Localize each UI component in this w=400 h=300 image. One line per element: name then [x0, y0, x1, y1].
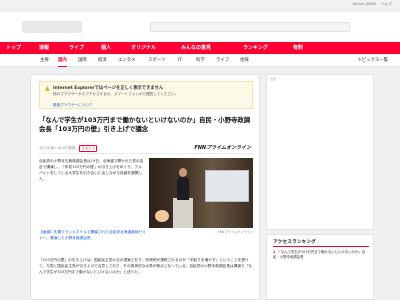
nav-tab-ranking[interactable]: ランキング	[240, 42, 271, 54]
top-link-help[interactable]: ヘルプ	[381, 2, 392, 6]
browser-warning: ▲ Internet Explorerではページを正しく表示できません 他のブラ…	[39, 81, 253, 109]
photo-speaker	[177, 176, 189, 200]
category-life[interactable]: ライフ	[216, 54, 229, 67]
warning-title: Internet Explorerではページを正しく表示できません	[53, 86, 164, 91]
ranking-underline	[273, 246, 369, 247]
category-nav: 主要 国内 国際 経済 エンタメ スポーツ IT 科学 ライフ 地域 トピックス…	[0, 54, 400, 67]
warning-text: 他のブラウザーからアクセスするか、スマートフォンから閲覧してください。	[53, 92, 179, 96]
masthead	[0, 12, 400, 42]
nav-tab-top[interactable]: トップ	[3, 42, 24, 54]
category-domestic[interactable]: 国内	[58, 54, 67, 67]
category-sports[interactable]: スポーツ	[148, 54, 165, 67]
nav-tab-opinions[interactable]: みんなの意見	[178, 42, 214, 54]
ranking-item-text: 「なんで学生が103万円まで働かないといけないのか」自民・小野寺政調会長	[273, 250, 366, 260]
site-logo[interactable]	[22, 21, 82, 33]
ranking-number: 1	[273, 250, 276, 254]
ranking-item[interactable]: 1 「なんで学生が103万円まで働かないといけないのか」自民・小野寺政調会長	[273, 250, 369, 260]
category-international[interactable]: 国際	[78, 54, 87, 67]
main-nav: トップ 速報 ライブ 個人 オリジナル みんなの意見 ランキング 有料	[0, 42, 400, 54]
category-main[interactable]: 主要	[40, 54, 49, 67]
ad-slot[interactable]: 広告	[266, 74, 374, 230]
category-region[interactable]: 地域	[240, 54, 249, 67]
comments-button[interactable]: コメント	[79, 145, 98, 152]
top-bar: Yahoo! JAPAN ヘルプ	[0, 0, 400, 12]
category-science[interactable]: 科学	[196, 54, 205, 67]
article-body-paragraph-2: 「103万円の壁」の引き上げは、国民民主党の元の提案どおり、所得税が課税されるの…	[39, 258, 253, 275]
photo-podium	[173, 198, 193, 228]
article-card: ▲ Internet Explorerではページを正しく表示できません 他のブラ…	[30, 74, 260, 300]
access-ranking: アクセスランキング 1 「なんで学生が103万円まで働かないといけないのか」自民…	[266, 234, 374, 300]
article-timestamp: 12/19(木) 19:47 配信	[39, 146, 76, 150]
search-input[interactable]	[150, 22, 350, 32]
divider	[39, 153, 253, 154]
article-body-paragraph: 自民党の小野寺五典政調会長は19日、北海道で開かれた党の会合で講演し、「年収10…	[39, 159, 144, 182]
category-entertainment[interactable]: エンタメ	[118, 54, 135, 67]
article-photo[interactable]	[149, 158, 253, 228]
article-headline: 「なんで学生が103万円まで働かないといけないのか」自民・小野寺政調会長「103…	[39, 116, 251, 133]
nav-tab-breaking[interactable]: 速報	[36, 42, 52, 54]
photo-screen	[205, 170, 249, 202]
top-link-yahoo[interactable]: Yahoo! JAPAN	[352, 2, 376, 6]
photo-caption: FNNプライムオンライン	[217, 230, 253, 234]
recommended-browser-link[interactable]: 推奨ブラウザーについて	[53, 103, 92, 108]
category-economy[interactable]: 経済	[98, 54, 107, 67]
top-links: Yahoo! JAPAN ヘルプ	[348, 2, 392, 7]
nav-tab-live[interactable]: ライブ	[66, 42, 87, 54]
sidebar: 広告 アクセスランキング 1 「なんで学生が103万円まで働かないといけないのか…	[266, 74, 376, 300]
nav-tab-individual[interactable]: 個人	[98, 42, 114, 54]
ranking-title: アクセスランキング	[273, 240, 316, 245]
topics-list-link[interactable]: トピックス一覧	[357, 54, 388, 67]
image-link[interactable]: 【画像】札幌グランドホテルで開催された自民党北海道政経セミナー。講演した小野寺政…	[39, 229, 147, 241]
photo-speaker-head	[179, 168, 187, 177]
ad-label: 広告	[270, 77, 277, 81]
photo-flowers	[155, 210, 169, 222]
warning-icon: ▲	[45, 85, 50, 92]
source-logo[interactable]: FNNプライムオンライン	[194, 144, 251, 151]
nav-tab-paid[interactable]: 有料	[290, 42, 306, 54]
category-it[interactable]: IT	[178, 54, 182, 67]
nav-tab-original[interactable]: オリジナル	[128, 42, 159, 54]
